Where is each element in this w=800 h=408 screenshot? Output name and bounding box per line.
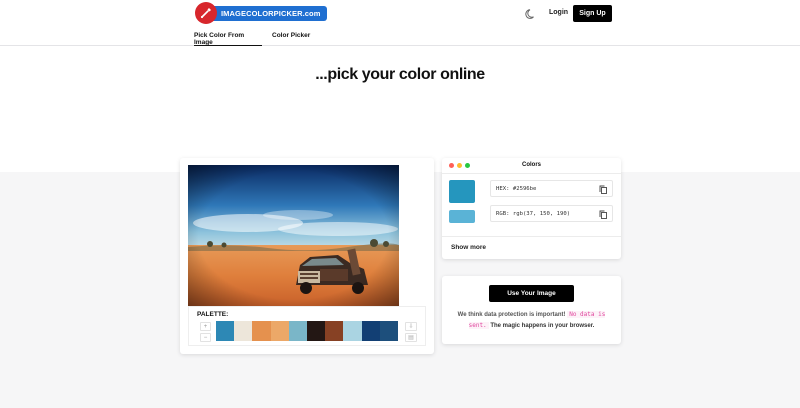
palette-swatch[interactable]	[288, 321, 307, 341]
download-palette-icon[interactable]: ⇩	[405, 322, 417, 331]
palette-panel: PALETTE: + − ⇩ ▤	[188, 306, 426, 346]
signup-button[interactable]: Sign Up	[573, 5, 612, 22]
nav-tabs: Pick Color From Image Color Picker	[0, 28, 800, 46]
moon-icon[interactable]	[525, 7, 537, 19]
copy-palette-icon[interactable]: ▤	[405, 333, 417, 342]
site-logo[interactable]: IMAGECOLORPICKER.com	[195, 2, 327, 24]
hex-value: HEX: #2596be	[496, 185, 537, 192]
privacy-note-prefix: We think data protection is important!	[457, 312, 566, 318]
divider	[442, 236, 621, 237]
palette-swatch[interactable]	[216, 321, 235, 341]
header: IMAGECOLORPICKER.com Login Sign Up	[0, 0, 800, 28]
uploaded-image[interactable]	[188, 165, 399, 306]
use-your-image-button[interactable]: Use Your Image	[489, 285, 574, 302]
privacy-note-suffix: The magic happens in your browser.	[490, 322, 595, 329]
image-card: PALETTE: + − ⇩ ▤	[180, 158, 434, 354]
palette-swatch[interactable]	[343, 321, 362, 341]
logo-text: IMAGECOLORPICKER.com	[213, 5, 327, 21]
selected-color-swatch	[449, 180, 475, 203]
show-more-link[interactable]: Show more	[451, 244, 486, 251]
palette-swatch[interactable]	[252, 321, 271, 341]
hover-color-swatch	[449, 210, 475, 223]
colors-title: Colors	[521, 162, 541, 168]
rgb-value: RGB: rgb(37, 150, 190)	[496, 210, 571, 217]
tab-pick-color-from-image[interactable]: Pick Color From Image	[194, 32, 262, 46]
rgb-field[interactable]: RGB: rgb(37, 150, 190)	[490, 205, 613, 222]
palette-swatch[interactable]	[325, 321, 344, 341]
top-section: IMAGECOLORPICKER.com Login Sign Up Pick …	[0, 0, 800, 172]
eyedropper-logo-icon	[195, 2, 217, 24]
palette-swatch[interactable]	[379, 321, 398, 341]
palette-swatches	[216, 321, 398, 341]
palette-swatch[interactable]	[361, 321, 380, 341]
hex-field[interactable]: HEX: #2596be	[490, 180, 613, 197]
colors-card: Colors HEX: #2596be RGB: rgb(37, 150, 19…	[442, 158, 621, 259]
palette-swatch[interactable]	[234, 321, 253, 341]
palette-label: PALETTE:	[197, 311, 229, 318]
tab-color-picker[interactable]: Color Picker	[272, 32, 310, 46]
palette-swatch[interactable]	[306, 321, 326, 341]
copy-rgb-icon[interactable]	[599, 210, 607, 219]
login-link[interactable]: Login	[549, 9, 568, 16]
palette-swatch[interactable]	[270, 321, 289, 341]
privacy-note: We think data protection is important! N…	[452, 310, 611, 331]
palette-decrease-button[interactable]: −	[200, 333, 211, 342]
divider	[442, 173, 621, 174]
copy-hex-icon[interactable]	[599, 185, 607, 194]
page-title: ...pick your color online	[315, 66, 485, 83]
upload-card: Use Your Image We think data protection …	[442, 276, 621, 344]
palette-increase-button[interactable]: +	[200, 322, 211, 331]
